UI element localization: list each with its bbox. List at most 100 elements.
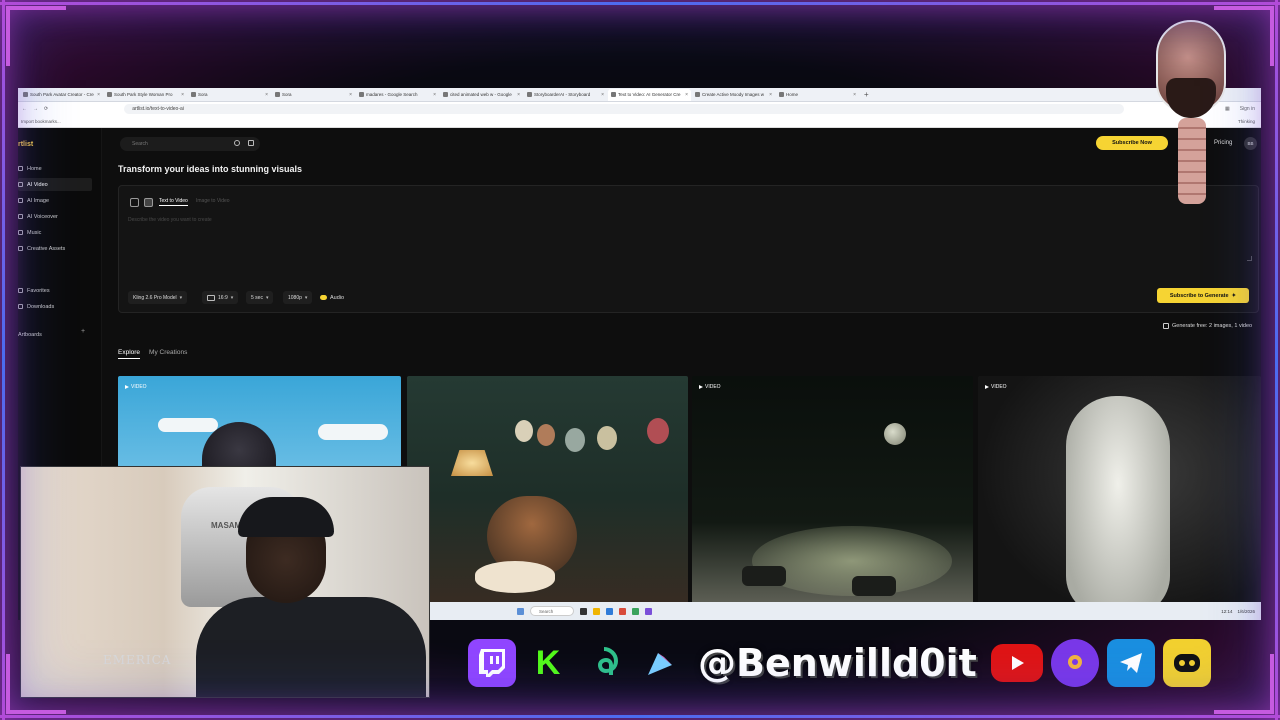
sidebar-item-creative-assets[interactable]: Creative Assets <box>18 242 92 255</box>
avatar-beard <box>1166 78 1216 118</box>
taskview-icon[interactable] <box>580 607 587 615</box>
car <box>852 576 896 596</box>
frame-border <box>1275 0 1278 720</box>
browser-tab[interactable]: Create Active Moody Images w × <box>692 89 775 101</box>
close-tab-icon[interactable]: × <box>349 92 352 98</box>
tab-image-to-video[interactable]: Image to Video <box>196 198 230 204</box>
import-bookmarks-link[interactable]: Import bookmarks... <box>21 119 61 124</box>
audio-toggle[interactable]: Audio <box>320 291 344 304</box>
close-tab-icon[interactable]: × <box>601 92 604 98</box>
taskbar-search[interactable]: Search <box>530 606 574 616</box>
sparkle-icon: ✦ <box>1231 292 1237 299</box>
tab-my-creations[interactable]: My Creations <box>149 349 187 359</box>
chrome-icon[interactable] <box>619 607 626 615</box>
artlist-logo[interactable]: rtlist <box>18 141 33 148</box>
explorer-icon[interactable] <box>593 607 600 615</box>
frame-corner <box>6 654 66 714</box>
sidebar-item-label: Home <box>27 165 42 172</box>
tab-label: Sora <box>282 92 292 97</box>
aspect-ratio-select[interactable]: 16:9 ▾ <box>202 291 239 304</box>
close-tab-icon[interactable]: × <box>265 92 268 98</box>
subscribe-to-generate-button[interactable]: Subscribe to Generate ✦ <box>1157 288 1249 303</box>
search-input[interactable]: Search <box>120 137 260 151</box>
favicon-icon <box>107 92 112 97</box>
close-tab-icon[interactable]: × <box>685 92 688 98</box>
browser-tab[interactable]: madares - Google Search × <box>356 89 439 101</box>
gallery-card-birthday[interactable] <box>407 376 688 620</box>
browser-tab[interactable]: cited animated web w - Google × <box>440 89 523 101</box>
browser-tab[interactable]: Text to Video: AI Generator Cre × <box>608 88 691 101</box>
close-tab-icon[interactable]: × <box>181 92 184 98</box>
url-field[interactable]: artlist.io/text-to-video-ai <box>124 104 1125 114</box>
avatar[interactable]: BB <box>1244 137 1257 150</box>
browser-tab[interactable]: South Park Avatar Creator - Cre × <box>20 89 103 101</box>
signin-button[interactable]: Sign in <box>1240 106 1255 112</box>
horse-statue <box>1066 396 1170 616</box>
sidebar-item-ai-image[interactable]: AI Image <box>18 194 92 207</box>
address-bar: ← → ⟳ artlist.io/text-to-video-ai ▦ Sign… <box>18 102 1261 116</box>
resolution-select[interactable]: 1080p ▾ <box>283 291 313 304</box>
browser-tab[interactable]: Sora × <box>188 89 271 101</box>
home-icon <box>18 166 23 171</box>
browser-tab[interactable]: StoryboarderAI - Storyboard × <box>524 89 607 101</box>
music-icon <box>18 230 23 235</box>
sidebar-item-home[interactable]: Home <box>18 162 92 175</box>
frame-corner <box>1214 6 1274 66</box>
browser-tab[interactable]: South Park Style Woman Pro × <box>104 89 187 101</box>
sidebar-item-downloads[interactable]: Downloads <box>18 300 92 313</box>
close-tab-icon[interactable]: × <box>517 92 520 98</box>
sidebar-item-favorites[interactable]: Favorites <box>18 284 92 297</box>
browser-tab[interactable]: Sora × <box>272 89 355 101</box>
resize-handle[interactable] <box>1247 256 1252 261</box>
browser-tab[interactable]: Home × <box>776 89 859 101</box>
tab-text-to-video[interactable]: Text to Video <box>159 198 188 206</box>
play-icon <box>985 385 989 389</box>
search-icon[interactable] <box>234 140 240 146</box>
webcam-feed: MASAMUNE EMERICA <box>20 466 430 698</box>
app-icon[interactable] <box>645 607 652 615</box>
reload-icon[interactable]: ⟳ <box>44 106 48 112</box>
gallery-card-horse[interactable]: VIDEO <box>978 376 1261 620</box>
chevron-down-icon: ▾ <box>230 294 234 301</box>
frame-corner <box>1214 654 1274 714</box>
windows-start-icon[interactable] <box>517 607 524 615</box>
back-icon[interactable]: ← <box>22 106 27 112</box>
sidebar-item-ai-video[interactable]: AI Video <box>18 178 92 191</box>
close-tab-icon[interactable]: × <box>853 92 856 98</box>
new-tab-icon[interactable]: + <box>864 90 869 99</box>
edge-icon[interactable] <box>606 607 613 615</box>
tab-label: StoryboarderAI - Storyboard <box>534 92 591 97</box>
tab-explore[interactable]: Explore <box>118 349 141 359</box>
gallery-card-moon-cars[interactable]: VIDEO <box>692 376 973 620</box>
chevron-down-icon: ▾ <box>179 294 183 301</box>
close-tab-icon[interactable]: × <box>769 92 772 98</box>
tab-label: cited animated web w - Google <box>450 92 512 97</box>
resolution-value: 1080p <box>288 294 302 301</box>
sidebar-item-label: AI Video <box>27 181 48 188</box>
sidebar-item-music[interactable]: Music <box>18 226 92 239</box>
close-tab-icon[interactable]: × <box>433 92 436 98</box>
cap <box>238 497 334 537</box>
thread-icon <box>580 639 628 687</box>
tray-date: 1/6/2026 <box>1237 608 1255 614</box>
favicon-icon <box>191 92 196 97</box>
patreon-icon <box>1050 639 1099 687</box>
tab-label: Create Active Moody Images w <box>702 92 765 97</box>
app-icon[interactable] <box>632 607 639 615</box>
image-icon <box>18 198 23 203</box>
balloon <box>537 424 555 446</box>
image-search-icon[interactable] <box>248 140 254 146</box>
forward-icon[interactable]: → <box>33 106 38 112</box>
generate-label: Subscribe to Generate <box>1169 292 1229 299</box>
duration-select[interactable]: 5 sec ▾ <box>246 291 274 304</box>
sidebar-item-ai-voiceover[interactable]: AI Voiceover <box>18 210 92 223</box>
cloud <box>158 418 218 432</box>
browser-tabbar: South Park Avatar Creator - Cre × South Pa… <box>18 88 1261 102</box>
prompt-textarea[interactable]: Describe the video you want to create <box>128 217 212 223</box>
video-badge: VIDEO <box>985 384 1007 390</box>
model-select[interactable]: Kling 2.6 Pro Model ▾ <box>128 291 188 304</box>
image-mode-icon[interactable] <box>130 198 139 207</box>
video-mode-icon[interactable] <box>144 198 153 207</box>
close-tab-icon[interactable]: × <box>97 92 100 98</box>
add-artboard-icon[interactable]: + <box>81 328 85 335</box>
